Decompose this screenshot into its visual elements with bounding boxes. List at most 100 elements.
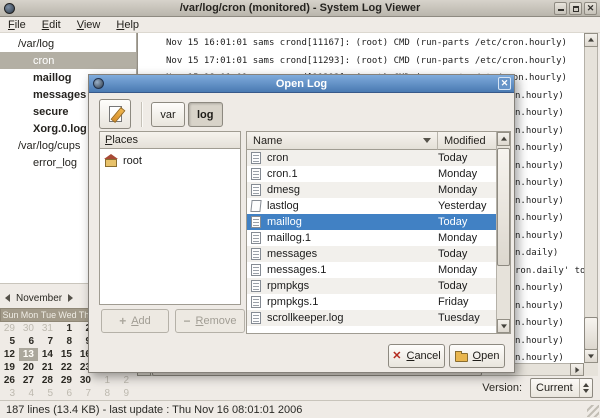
sidebar-item-label: secure bbox=[33, 106, 68, 118]
file-icon bbox=[251, 152, 261, 164]
arrow-down-icon bbox=[588, 354, 594, 358]
scroll-right-button[interactable] bbox=[570, 363, 584, 376]
file-name: maillog bbox=[267, 216, 438, 228]
scroll-up-button[interactable] bbox=[497, 132, 510, 146]
file-name: cron bbox=[267, 152, 438, 164]
calendar-day[interactable]: 1 bbox=[57, 322, 76, 335]
calendar-day[interactable]: 19 bbox=[0, 361, 19, 374]
previous-month-icon[interactable] bbox=[5, 294, 10, 302]
add-button[interactable]: + Add bbox=[101, 309, 169, 333]
menu-item[interactable]: Edit bbox=[34, 18, 69, 32]
dialog-close-button[interactable]: ✕ bbox=[498, 77, 511, 90]
status-text: 187 lines (13.4 KB) - last update : Thu … bbox=[0, 404, 302, 416]
places-panel: Places root bbox=[99, 131, 241, 305]
file-icon bbox=[251, 168, 261, 180]
calendar-day[interactable]: 22 bbox=[57, 361, 76, 374]
add-button-label: Add bbox=[131, 315, 151, 327]
table-row[interactable]: lastlog Yesterday bbox=[247, 198, 496, 214]
calendar-day[interactable]: 29 bbox=[0, 322, 19, 335]
calendar-day[interactable]: 15 bbox=[57, 348, 76, 361]
file-list-scrollbar[interactable] bbox=[496, 132, 510, 333]
path-bar: var log bbox=[151, 102, 223, 127]
file-icon bbox=[251, 312, 261, 324]
sidebar-log-item[interactable]: /var/log bbox=[0, 35, 136, 52]
calendar-day[interactable]: 8 bbox=[57, 335, 76, 348]
close-button[interactable]: ✕ bbox=[584, 2, 597, 15]
path-button[interactable]: log bbox=[188, 102, 223, 127]
table-row[interactable]: scrollkeeper.log Tuesday bbox=[247, 310, 496, 326]
menu-item[interactable]: File bbox=[0, 18, 34, 32]
scrollbar-corner bbox=[584, 363, 598, 376]
file-modified: Yesterday bbox=[438, 200, 496, 212]
calendar-day[interactable]: 13 bbox=[19, 348, 38, 361]
maximize-button[interactable] bbox=[569, 2, 582, 15]
resize-grip[interactable] bbox=[587, 405, 599, 417]
scroll-up-button[interactable] bbox=[584, 33, 598, 47]
menu-item[interactable]: View bbox=[69, 18, 109, 32]
calendar-day[interactable]: 30 bbox=[19, 322, 38, 335]
column-header-modified[interactable]: Modified bbox=[438, 132, 496, 150]
version-dropdown[interactable]: Current bbox=[530, 378, 593, 398]
scroll-down-button[interactable] bbox=[497, 319, 510, 333]
cancel-button[interactable]: ✕ Cancel bbox=[388, 344, 445, 368]
calendar-day[interactable]: 6 bbox=[19, 335, 38, 348]
table-row[interactable]: maillog Today bbox=[247, 214, 496, 230]
table-row[interactable]: maillog.1 Monday bbox=[247, 230, 496, 246]
spinner-icon[interactable] bbox=[579, 379, 592, 397]
places-header[interactable]: Places bbox=[99, 131, 241, 149]
table-row[interactable]: messages Today bbox=[247, 246, 496, 262]
column-header-name[interactable]: Name bbox=[247, 132, 438, 150]
file-modified: Friday bbox=[438, 296, 496, 308]
calendar-day[interactable]: 14 bbox=[38, 348, 57, 361]
vertical-scrollbar[interactable] bbox=[584, 33, 598, 363]
menubar: FileEditViewHelp bbox=[0, 17, 600, 33]
vertical-scrollbar-thumb[interactable] bbox=[584, 317, 598, 350]
calendar-day[interactable]: 5 bbox=[0, 335, 19, 348]
table-row[interactable]: cron.1 Monday bbox=[247, 166, 496, 182]
table-row[interactable]: dmesg Monday bbox=[247, 182, 496, 198]
path-button[interactable]: var bbox=[151, 102, 185, 127]
weekday-label: Mon bbox=[20, 309, 39, 321]
file-scrollbar-thumb[interactable] bbox=[497, 148, 510, 266]
table-row[interactable]: cron Today bbox=[247, 150, 496, 166]
file-modified: Today bbox=[438, 280, 496, 292]
next-month-icon[interactable] bbox=[68, 294, 73, 302]
minimize-button[interactable] bbox=[554, 2, 567, 15]
window-title: /var/log/cron (monitored) - System Log V… bbox=[0, 2, 600, 14]
menu-item[interactable]: Help bbox=[108, 18, 147, 32]
sidebar-item-label: messages bbox=[33, 89, 86, 101]
file-list-header: Name Modified bbox=[247, 132, 496, 150]
open-button[interactable]: Open bbox=[449, 344, 505, 368]
toolbar-separator bbox=[141, 102, 143, 127]
sidebar-item-label: error_log bbox=[33, 157, 77, 169]
file-icon bbox=[251, 264, 261, 276]
scroll-down-button[interactable] bbox=[584, 349, 598, 363]
table-row[interactable]: rpmpkgs.1 Friday bbox=[247, 294, 496, 310]
table-row[interactable]: messages.1 Monday bbox=[247, 262, 496, 278]
calendar-day[interactable]: 12 bbox=[0, 348, 19, 361]
calendar-day[interactable]: 20 bbox=[19, 361, 38, 374]
log-line: Nov 15 17:01:01 sams crond[11293]: (root… bbox=[138, 53, 584, 71]
file-modified: Tuesday bbox=[438, 312, 496, 324]
window-titlebar[interactable]: /var/log/cron (monitored) - System Log V… bbox=[0, 0, 600, 17]
calendar-day[interactable]: 7 bbox=[38, 335, 57, 348]
file-name: rpmpkgs.1 bbox=[267, 296, 438, 308]
remove-button-label: Remove bbox=[196, 315, 237, 327]
table-row[interactable]: rpmpkgs Today bbox=[247, 278, 496, 294]
sidebar-item-label: Xorg.0.log bbox=[33, 123, 87, 135]
arrow-up-icon bbox=[588, 38, 594, 42]
remove-button[interactable]: − Remove bbox=[175, 309, 245, 333]
calendar-day[interactable]: 31 bbox=[38, 322, 57, 335]
sidebar-item-label: /var/log/cups bbox=[18, 140, 80, 152]
cancel-button-label: Cancel bbox=[406, 350, 440, 362]
dialog-titlebar[interactable]: Open Log ✕ bbox=[89, 75, 514, 93]
home-icon bbox=[105, 159, 117, 167]
type-filename-button[interactable] bbox=[99, 99, 131, 129]
sidebar-log-item[interactable]: cron bbox=[0, 52, 136, 69]
places-header-label: Places bbox=[105, 134, 138, 146]
calendar-day[interactable]: 21 bbox=[38, 361, 57, 374]
place-item[interactable]: root bbox=[100, 152, 240, 169]
close-icon: ✕ bbox=[585, 3, 596, 14]
dialog-title: Open Log bbox=[89, 78, 514, 90]
minimize-icon bbox=[558, 9, 564, 11]
